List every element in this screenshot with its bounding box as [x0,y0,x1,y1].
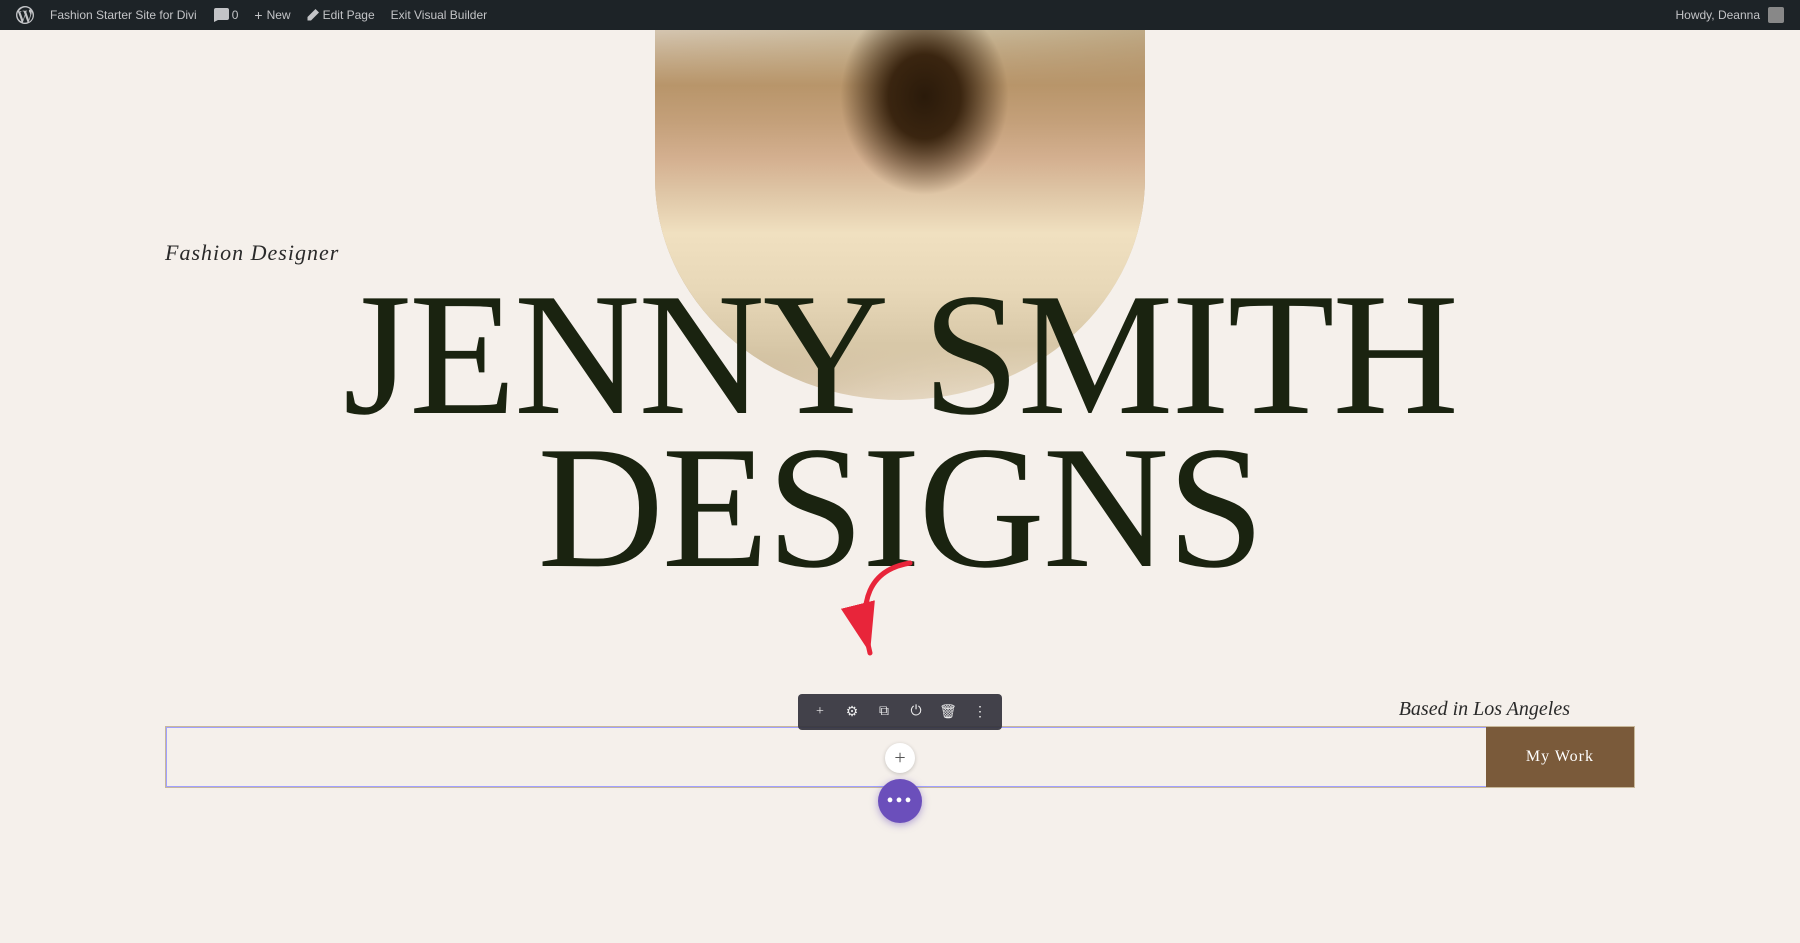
toolbar-delete-icon[interactable]: 🗑 [936,700,960,724]
toolbar-settings-icon[interactable]: ⚙ [840,700,864,724]
edit-page-label: Edit Page [323,8,375,22]
add-module-button[interactable]: + [885,743,915,773]
site-name-text: Fashion Starter Site for Divi [50,8,197,22]
add-icon-symbol: + [816,704,824,720]
hero-title: JENNY SMITH DESIGNS [0,280,1800,586]
delete-icon-symbol: 🗑 [939,704,957,721]
howdy-text: Howdy, Deanna [1676,8,1761,22]
hero-location: Based in Los Angeles [1399,698,1570,721]
hero-title-line1: JENNY SMITH [60,280,1740,429]
comment-count-text: 0 [232,8,239,22]
hero-subheading: Fashion Designer [165,240,339,266]
cta-button[interactable]: My Work [1486,727,1634,787]
main-content: Fashion Designer JENNY SMITH DESIGNS Bas… [0,30,1800,943]
hero-section: Fashion Designer JENNY SMITH DESIGNS Bas… [0,30,1800,943]
add-module-icon: + [894,748,905,768]
dots-icon: ••• [886,790,913,813]
exit-visual-builder-label: Exit Visual Builder [391,8,488,22]
admin-bar: Fashion Starter Site for Divi 0 + New Ed… [0,0,1800,30]
disable-icon-symbol: ⏻ [910,704,921,720]
new-label: New [267,8,291,22]
cta-input[interactable] [166,727,1486,787]
exit-visual-builder-button[interactable]: Exit Visual Builder [383,0,496,30]
toolbar-add-icon[interactable]: + [808,700,832,724]
row-toolbar: + ⚙ ⧉ ⏻ 🗑 ⋮ [798,694,1002,730]
settings-icon-symbol: ⚙ [846,704,859,721]
edit-icon [307,9,319,21]
new-button[interactable]: + New [246,0,298,30]
site-name[interactable]: Fashion Starter Site for Divi [42,0,205,30]
wordpress-icon [16,6,34,24]
comment-count[interactable]: 0 [205,0,247,30]
purple-dots-button[interactable]: ••• [878,779,922,823]
more-icon-symbol: ⋮ [973,704,987,721]
toolbar-duplicate-icon[interactable]: ⧉ [872,700,896,724]
toolbar-more-icon[interactable]: ⋮ [968,700,992,724]
howdy-section[interactable]: Howdy, Deanna [1668,7,1793,23]
comment-icon [213,8,229,22]
edit-page-button[interactable]: Edit Page [299,0,383,30]
duplicate-icon-symbol: ⧉ [879,704,889,720]
user-avatar [1768,7,1784,23]
toolbar-disable-icon[interactable]: ⏻ [904,700,928,724]
wp-logo[interactable] [8,0,42,30]
hero-title-line2: DESIGNS [60,429,1740,587]
